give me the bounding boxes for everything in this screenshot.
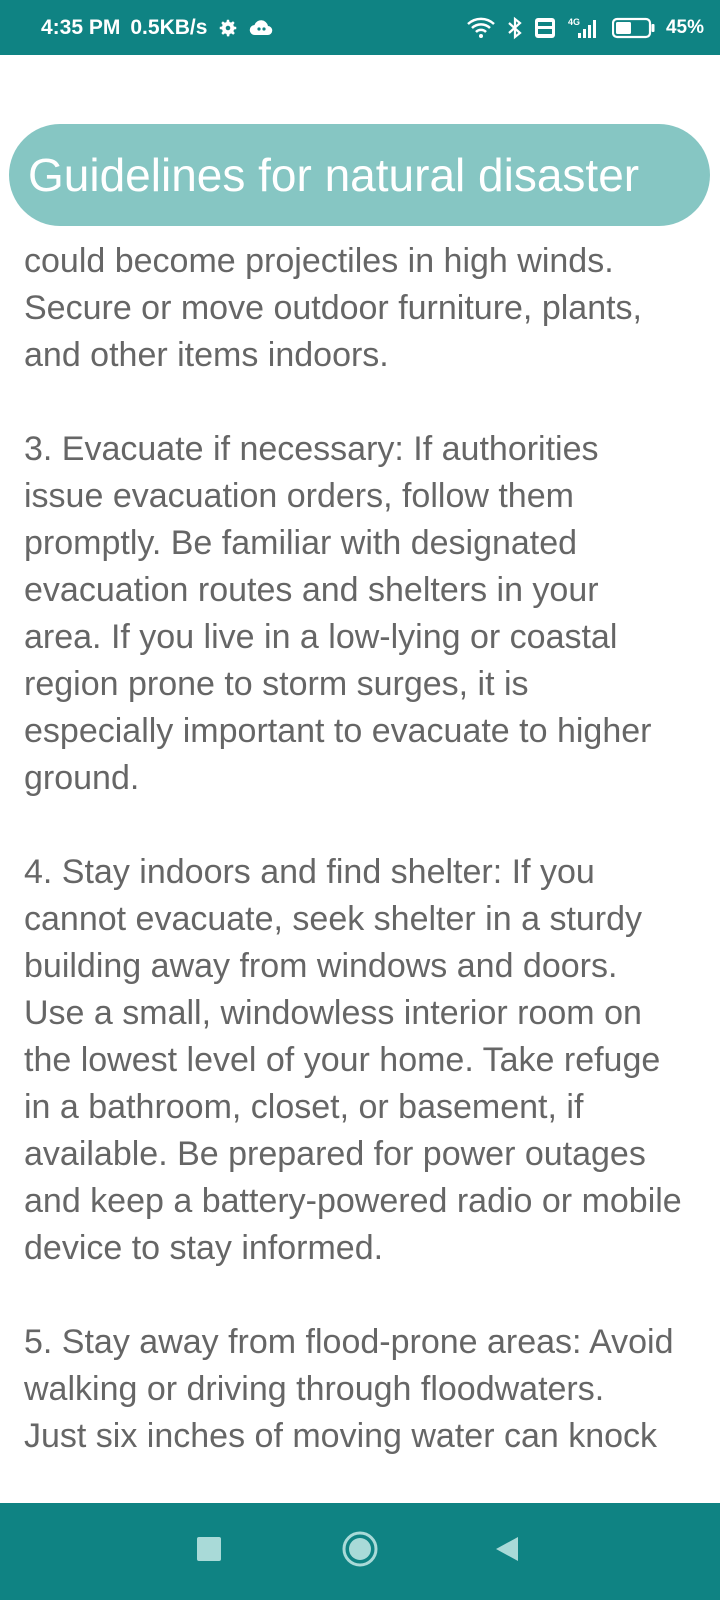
back-triangle-icon	[494, 1535, 520, 1568]
text-line: you off your feet, and floodwaters	[24, 1460, 720, 1468]
recents-button[interactable]	[169, 1503, 249, 1600]
text-line: evacuation routes and shelters in your	[24, 571, 599, 609]
cloud-icon	[249, 18, 273, 38]
home-button[interactable]	[320, 1503, 400, 1600]
status-time: 4:35 PM	[41, 15, 121, 39]
text-line: issue evacuation orders, follow them	[24, 477, 574, 515]
status-right: 4G 45%	[466, 0, 704, 55]
text-line: in a bathroom, closet, or basement, if	[24, 1088, 584, 1126]
text-line: and keep a battery-powered radio or mobi…	[24, 1182, 682, 1220]
gear-icon	[217, 17, 239, 39]
status-bar: 4:35 PM 0.5KB/s 4G 45%	[0, 0, 720, 55]
text-line: Secure or move outdoor furniture, plants…	[24, 289, 642, 327]
guideline-text: could become projectiles in high winds. S…	[24, 238, 720, 1468]
battery-percent: 45%	[665, 16, 704, 38]
signal-4g-icon: 4G	[566, 16, 602, 40]
navigation-bar	[0, 1503, 720, 1600]
text-line: promptly. Be familiar with designated	[24, 524, 578, 562]
text-line: area. If you live in a low-lying or coas…	[24, 618, 618, 656]
text-line: 5. Stay away from flood-prone areas: Avo…	[24, 1323, 674, 1361]
volte-icon	[534, 17, 556, 39]
back-button[interactable]	[467, 1503, 547, 1600]
text-line: walking or driving through floodwaters.	[24, 1370, 605, 1408]
content-scroll-area[interactable]: could become projectiles in high winds. S…	[0, 236, 720, 1468]
text-line: cannot evacuate, seek shelter in a sturd…	[24, 900, 643, 938]
text-line: and other items indoors.	[24, 336, 389, 374]
text-line: 3. Evacuate if necessary: If authorities	[24, 430, 599, 468]
text-line: the lowest level of your home. Take refu…	[24, 1041, 661, 1079]
text-line: especially important to evacuate to high…	[24, 712, 652, 750]
page-title: Guidelines for natural disaster	[9, 124, 710, 226]
status-speed: 0.5KB/s	[130, 15, 208, 39]
svg-text:4G: 4G	[568, 17, 580, 27]
text-line: region prone to storm surges, it is	[24, 665, 529, 703]
text-line: device to stay informed.	[24, 1229, 384, 1267]
text-line: ground.	[24, 759, 140, 797]
text-line: Just six inches of moving water can knoc…	[24, 1417, 658, 1455]
status-left: 4:35 PM 0.5KB/s	[41, 0, 273, 55]
text-line: Use a small, windowless interior room on	[24, 994, 642, 1032]
text-line: could become projectiles in high winds.	[24, 242, 614, 280]
text-line: 4. Stay indoors and find shelter: If you	[24, 853, 595, 891]
battery-icon	[611, 17, 656, 39]
wifi-icon	[466, 17, 496, 39]
recents-square-icon	[196, 1536, 222, 1567]
text-line: building away from windows and doors.	[24, 947, 618, 985]
home-circle-icon	[341, 1530, 379, 1573]
text-line: available. Be prepared for power outages	[24, 1135, 646, 1173]
bluetooth-icon	[506, 16, 524, 40]
